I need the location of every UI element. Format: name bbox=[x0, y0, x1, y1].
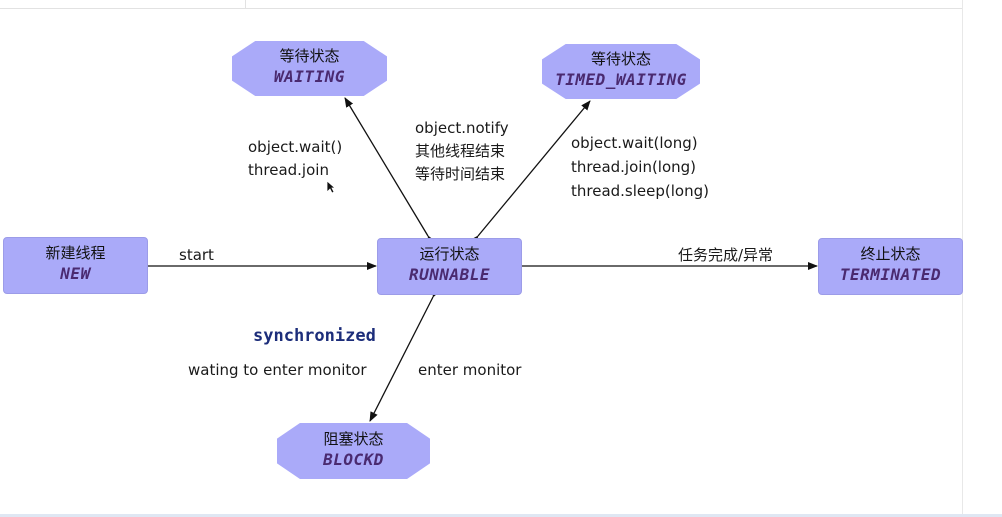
label-thread-join: thread.join bbox=[248, 161, 329, 179]
label-enter-monitor: enter monitor bbox=[418, 361, 522, 379]
label-start: start bbox=[179, 246, 214, 264]
label-thread-join-long: thread.join(long) bbox=[571, 158, 697, 176]
label-wait-time-ends: 等待时间结束 bbox=[415, 165, 506, 183]
arrow-runnable-blocked bbox=[369, 287, 441, 422]
label-synchronized: synchronized bbox=[253, 326, 376, 346]
state-waiting: 等待状态 WAITING bbox=[232, 41, 387, 96]
state-terminated-zh: 终止状态 bbox=[860, 245, 921, 263]
state-blocked-zh: 阻塞状态 bbox=[323, 430, 384, 448]
state-new-zh: 新建线程 bbox=[45, 244, 106, 262]
state-new: 新建线程 NEW bbox=[3, 237, 148, 294]
label-object-wait: object.wait() bbox=[248, 138, 343, 156]
state-timed-waiting-zh: 等待状态 bbox=[590, 50, 651, 68]
state-runnable-en: RUNNABLE bbox=[408, 265, 491, 284]
label-other-thread-ends: 其他线程结束 bbox=[415, 142, 506, 160]
label-wait-methods: object.wait() thread.join bbox=[248, 136, 342, 182]
label-object-wait-long: object.wait(long) bbox=[571, 134, 698, 152]
state-blocked: 阻塞状态 BLOCKD bbox=[277, 423, 430, 479]
state-timed-waiting-en: TIMED_WAITING bbox=[555, 70, 687, 89]
label-thread-sleep-long: thread.sleep(long) bbox=[571, 182, 709, 200]
state-runnable: 运行状态 RUNNABLE bbox=[377, 238, 522, 295]
state-timed-waiting: 等待状态 TIMED_WAITING bbox=[542, 44, 700, 99]
state-waiting-en: WAITING bbox=[274, 67, 345, 86]
label-waiting-to-enter-monitor: wating to enter monitor bbox=[188, 361, 367, 379]
state-terminated: 终止状态 TERMINATED bbox=[818, 238, 963, 295]
state-blocked-en: BLOCKD bbox=[323, 450, 384, 469]
label-object-notify: object.notify bbox=[415, 119, 509, 137]
state-terminated-en: TERMINATED bbox=[839, 265, 942, 284]
label-task-complete: 任务完成/异常 bbox=[678, 246, 774, 264]
state-runnable-zh: 运行状态 bbox=[419, 245, 480, 263]
state-waiting-zh: 等待状态 bbox=[279, 47, 340, 65]
mouse-cursor-icon bbox=[326, 180, 336, 194]
label-timed-methods: object.wait(long) thread.join(long) thre… bbox=[571, 131, 709, 203]
label-notify-conditions: object.notify 其他线程结束 等待时间结束 bbox=[415, 117, 509, 186]
state-new-en: NEW bbox=[60, 264, 91, 283]
